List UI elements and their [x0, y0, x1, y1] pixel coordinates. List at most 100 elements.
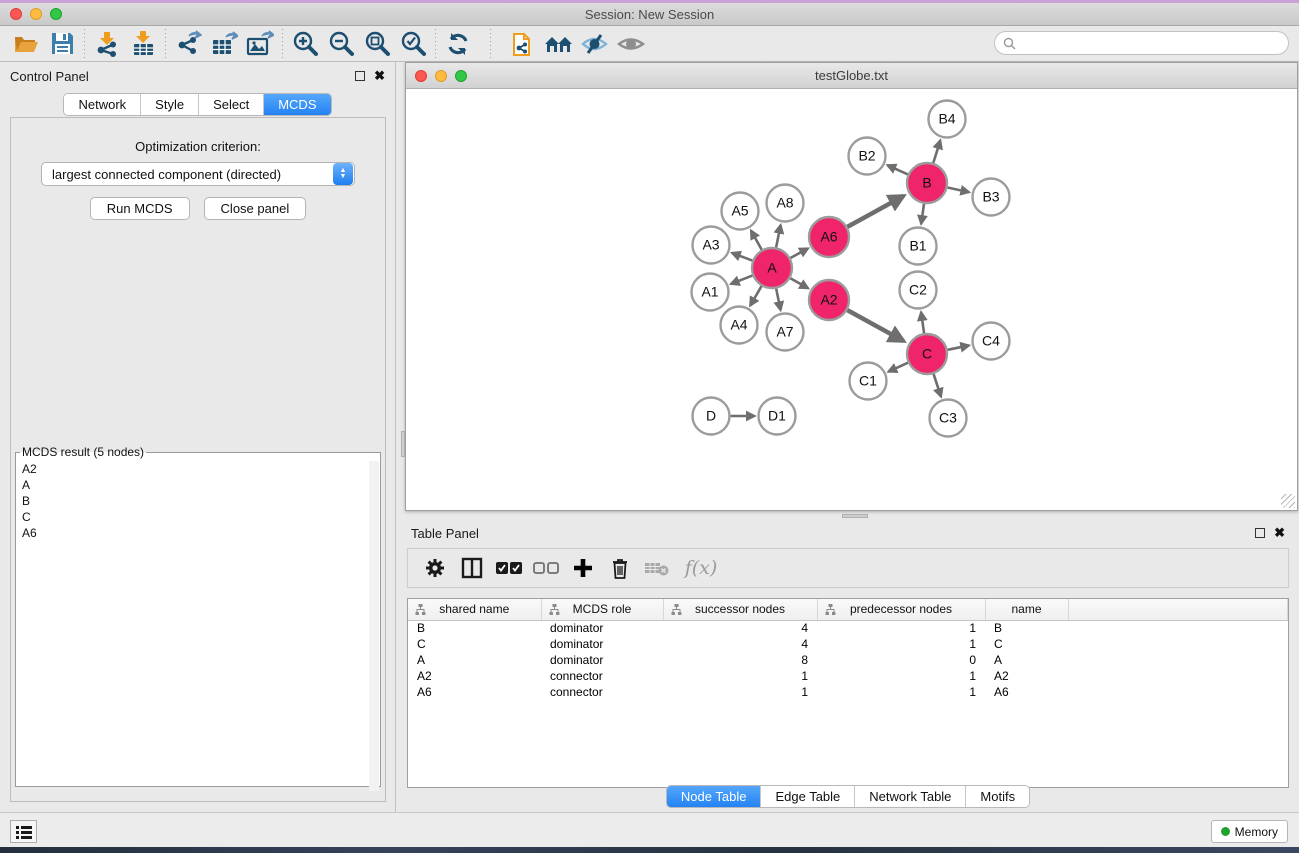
graph-edge-A-A4[interactable]: [750, 286, 761, 305]
graph-node-B[interactable]: B: [907, 163, 947, 203]
select-all-columns-button[interactable]: [494, 553, 524, 583]
create-column-button[interactable]: [568, 553, 598, 583]
save-session-button[interactable]: [44, 29, 80, 59]
new-session-button[interactable]: [505, 29, 541, 59]
graph-node-D[interactable]: D: [693, 398, 730, 435]
splitter-handle[interactable]: [401, 431, 405, 457]
graph-edge-B-B4[interactable]: [933, 140, 940, 163]
column-header-predecessor-nodes[interactable]: predecessor nodes: [817, 599, 985, 620]
tab-node-table[interactable]: Node Table: [667, 786, 762, 807]
deselect-all-columns-button[interactable]: [531, 553, 561, 583]
tab-mcds[interactable]: MCDS: [264, 94, 330, 115]
show-all-networks-button[interactable]: [541, 29, 577, 59]
graph-edge-A-A5[interactable]: [751, 231, 762, 250]
column-header-name[interactable]: name: [985, 599, 1068, 620]
mcds-result-item[interactable]: A2: [22, 461, 380, 477]
mcds-result-item[interactable]: A: [22, 477, 380, 493]
table-row[interactable]: Cdominator41C: [408, 636, 1288, 652]
graph-node-B4[interactable]: B4: [929, 101, 966, 138]
tab-network-table[interactable]: Network Table: [855, 786, 966, 807]
graph-edge-C-C1[interactable]: [888, 363, 908, 372]
graph-node-C1[interactable]: C1: [850, 363, 887, 400]
tab-network[interactable]: Network: [64, 94, 141, 115]
graph-node-C3[interactable]: C3: [930, 400, 967, 437]
graph-edge-A-A2[interactable]: [790, 278, 808, 288]
graph-node-A5[interactable]: A5: [722, 193, 759, 230]
export-network-button[interactable]: [170, 29, 206, 59]
float-panel-icon[interactable]: [1255, 528, 1265, 538]
open-file-button[interactable]: [8, 29, 44, 59]
graph-node-A2[interactable]: A2: [809, 280, 849, 320]
graph-node-C4[interactable]: C4: [973, 323, 1010, 360]
import-network-button[interactable]: [89, 29, 125, 59]
import-table-button[interactable]: [125, 29, 161, 59]
column-header-successor-nodes[interactable]: successor nodes: [663, 599, 817, 620]
graph-node-B1[interactable]: B1: [900, 228, 937, 265]
graph-node-A6[interactable]: A6: [809, 217, 849, 257]
search-input[interactable]: [1021, 36, 1288, 50]
column-header-MCDS-role[interactable]: MCDS role: [541, 599, 663, 620]
graph-node-A1[interactable]: A1: [692, 274, 729, 311]
graph-node-D1[interactable]: D1: [759, 398, 796, 435]
graph-node-C[interactable]: C: [907, 334, 947, 374]
tab-motifs[interactable]: Motifs: [966, 786, 1029, 807]
graph-node-B3[interactable]: B3: [973, 179, 1010, 216]
tab-select[interactable]: Select: [199, 94, 264, 115]
table-row[interactable]: A6connector11A6: [408, 684, 1288, 700]
graph-edge-C-C4[interactable]: [948, 345, 969, 349]
graph-edge-C-C3[interactable]: [934, 374, 941, 397]
float-panel-icon[interactable]: [355, 71, 365, 81]
graph-edge-A-A1[interactable]: [731, 276, 753, 284]
graph-node-A8[interactable]: A8: [767, 185, 804, 222]
delete-table-button[interactable]: [642, 553, 672, 583]
show-selected-button[interactable]: [613, 29, 649, 59]
zoom-out-button[interactable]: [323, 29, 359, 59]
tab-style[interactable]: Style: [141, 94, 199, 115]
close-panel-icon[interactable]: ✖: [1274, 528, 1285, 538]
splitter-handle[interactable]: [842, 514, 868, 518]
table-row[interactable]: A2connector11A2: [408, 668, 1288, 684]
show-columns-button[interactable]: [457, 553, 487, 583]
mcds-result-list[interactable]: A2ABCA6: [16, 459, 380, 541]
table-row[interactable]: Adominator80A: [408, 652, 1288, 668]
graph-node-B2[interactable]: B2: [849, 138, 886, 175]
graph-edge-B-B2[interactable]: [887, 165, 907, 174]
graph-edge-A-A8[interactable]: [776, 225, 780, 247]
graph-edge-A-A3[interactable]: [732, 253, 752, 261]
mcds-result-item[interactable]: C: [22, 509, 380, 525]
global-search-field[interactable]: [994, 31, 1289, 55]
table-settings-button[interactable]: [420, 553, 450, 583]
export-image-button[interactable]: [242, 29, 278, 59]
zoom-selected-button[interactable]: [395, 29, 431, 59]
result-scrollbar[interactable]: [369, 461, 379, 791]
mcds-result-item[interactable]: B: [22, 493, 380, 509]
zoom-in-button[interactable]: [287, 29, 323, 59]
close-panel-button[interactable]: Close panel: [204, 197, 307, 220]
graph-node-A[interactable]: A: [752, 248, 792, 288]
graph-node-A3[interactable]: A3: [693, 227, 730, 264]
graph-edge-A-A6[interactable]: [790, 248, 808, 258]
function-builder-button[interactable]: f(x): [679, 553, 723, 583]
memory-button[interactable]: Memory: [1211, 820, 1288, 843]
export-table-button[interactable]: [206, 29, 242, 59]
graph-edge-A-A7[interactable]: [776, 289, 780, 310]
graph-node-C2[interactable]: C2: [900, 272, 937, 309]
run-mcds-button[interactable]: Run MCDS: [90, 197, 190, 220]
mcds-result-item[interactable]: A6: [22, 525, 380, 541]
delete-column-button[interactable]: [605, 553, 635, 583]
window-resize-grip[interactable]: [1281, 494, 1295, 508]
graph-node-A7[interactable]: A7: [767, 314, 804, 351]
task-history-button[interactable]: [10, 820, 37, 843]
refresh-button[interactable]: [440, 29, 476, 59]
table-row[interactable]: Bdominator41B: [408, 620, 1288, 636]
hide-selected-button[interactable]: [577, 29, 613, 59]
graph-node-A4[interactable]: A4: [721, 307, 758, 344]
network-graph[interactable]: B4 B2 B B3 A8A5 A6 A3 B1 A C2 A1 A2 A4A7 C4 C C1 C3 D D1: [406, 89, 1297, 510]
column-header-shared-name[interactable]: shared name: [408, 599, 541, 620]
graph-edge-A6-B[interactable]: [847, 196, 903, 227]
graph-edge-A2-C[interactable]: [847, 310, 903, 341]
close-panel-icon[interactable]: ✖: [374, 71, 385, 81]
graph-edge-C-C2[interactable]: [921, 312, 924, 333]
graph-edge-B-B3[interactable]: [948, 187, 970, 192]
optimization-criterion-select[interactable]: largest connected component (directed) ▲…: [41, 162, 355, 186]
